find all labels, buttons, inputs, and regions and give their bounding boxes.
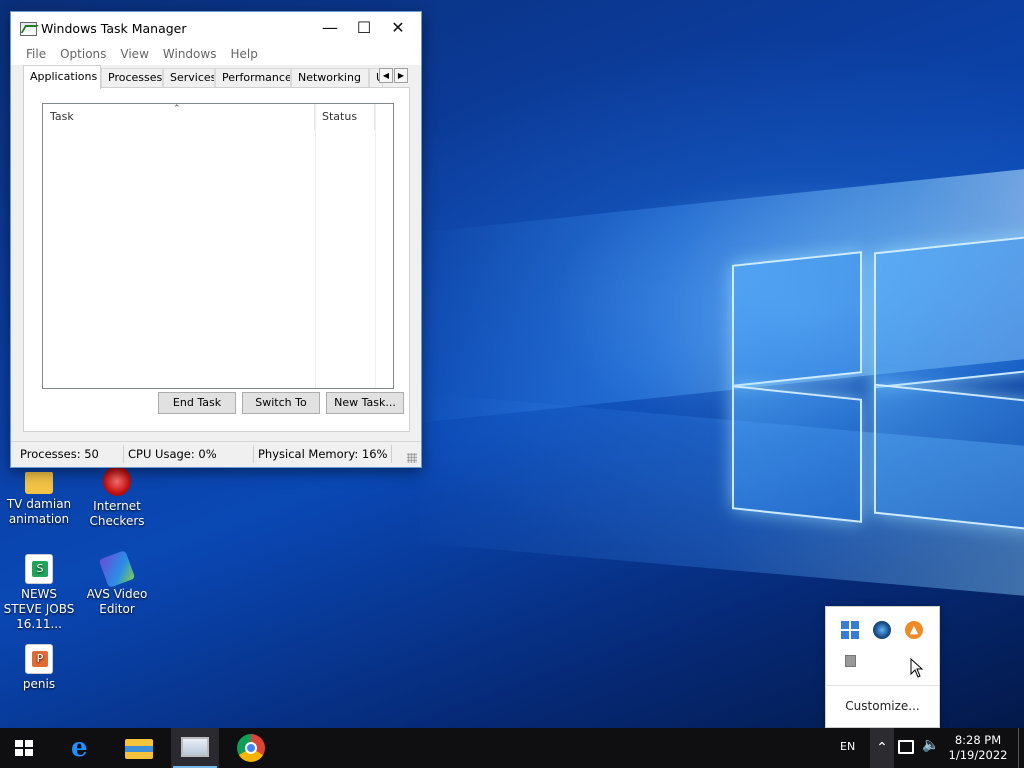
new-task-button[interactable]: New Task... (326, 392, 404, 414)
wallpaper-window-pane (732, 385, 862, 523)
volume-icon[interactable]: 🔈 (922, 737, 939, 753)
status-physical-memory: Physical Memory: 16% (258, 447, 388, 461)
switch-to-button[interactable]: Switch To (242, 392, 320, 414)
desktop-icon-label: AVS Video Editor (86, 587, 148, 616)
customize-link[interactable]: Customize... (826, 699, 939, 713)
tab-applications[interactable]: Applications (23, 65, 101, 89)
desktop-icon-penis[interactable]: penis (0, 644, 78, 692)
taskbar: e EN ⌃ 🔈 8:28 PM 1/19/2022 (0, 728, 1024, 768)
chrome-icon (237, 734, 265, 762)
network-icon[interactable] (898, 740, 914, 754)
desktop-icon-label: TV damian animation (6, 497, 72, 526)
desktop-icon-tv-damian[interactable]: TV damian animation (0, 466, 78, 527)
avs-video-editor-icon (98, 550, 136, 588)
task-manager-icon (181, 737, 209, 757)
menu-bar: File Options View Windows Help (11, 45, 421, 65)
show-desktop-button[interactable] (1018, 728, 1019, 768)
column-header-task[interactable]: ⌃ Task (43, 104, 315, 130)
folder-icon (25, 472, 53, 494)
task-manager-window: Windows Task Manager — ☐ ✕ File Options … (10, 11, 422, 468)
clock-time: 8:28 PM (954, 733, 1002, 747)
presentation-icon (25, 644, 53, 674)
grid-app-icon[interactable] (841, 621, 859, 639)
resize-grip-icon[interactable] (407, 453, 417, 463)
orange-app-icon[interactable]: ▲ (905, 621, 923, 639)
column-header-status-label: Status (322, 110, 358, 123)
end-task-button[interactable]: End Task (158, 392, 236, 414)
desktop-icon-avs-video-editor[interactable]: AVS Video Editor (78, 550, 156, 617)
desktop-icon-label: Internet Checkers (89, 499, 145, 528)
column-divider (375, 104, 376, 388)
internet-checkers-icon (103, 466, 131, 496)
desktop-icon-label: penis (22, 677, 56, 691)
applications-panel: ⌃ Task Status End Task Switch To New Tas… (23, 87, 410, 432)
taskbar-file-explorer[interactable] (115, 728, 163, 768)
windows-logo-icon (15, 740, 33, 756)
wallpaper-window-pane (874, 383, 1024, 531)
start-button[interactable] (0, 728, 48, 768)
column-header-task-label: Task (50, 110, 74, 123)
language-indicator[interactable]: EN (840, 740, 855, 753)
sort-ascending-icon: ⌃ (173, 104, 181, 114)
show-hidden-icons-button[interactable]: ⌃ (870, 728, 894, 768)
maximize-button[interactable]: ☐ (347, 12, 381, 44)
wallpaper-window-pane (732, 251, 862, 387)
tab-strip: Applications Processes Services Performa… (23, 65, 409, 89)
menu-options[interactable]: Options (53, 45, 113, 65)
taskbar-task-manager[interactable] (171, 728, 219, 768)
status-processes: Processes: 50 (20, 447, 99, 461)
spreadsheet-icon (25, 554, 53, 584)
close-button[interactable]: ✕ (381, 12, 415, 44)
status-separator (391, 445, 392, 463)
status-bar: Processes: 50 CPU Usage: 0% Physical Mem… (11, 441, 421, 467)
window-title: Windows Task Manager (41, 21, 187, 36)
tab-scroll-right-button[interactable]: ▶ (394, 68, 408, 83)
task-list[interactable]: ⌃ Task Status (42, 103, 394, 389)
menu-file[interactable]: File (19, 45, 53, 65)
column-divider (315, 104, 316, 388)
flag-icon[interactable] (845, 655, 856, 667)
tab-networking[interactable]: Networking (291, 68, 369, 88)
tab-performance[interactable]: Performance (215, 68, 291, 88)
taskbar-chrome[interactable] (227, 728, 275, 768)
tab-scroll-left-button[interactable]: ◀ (379, 68, 393, 83)
edge-icon: e (71, 733, 88, 763)
list-header: ⌃ Task Status (43, 104, 393, 130)
popup-divider (826, 685, 939, 686)
status-separator (123, 445, 124, 463)
tab-processes[interactable]: Processes (101, 68, 163, 88)
desktop-icon-internet-checkers[interactable]: Internet Checkers (78, 466, 156, 529)
tab-services[interactable]: Services (163, 68, 215, 88)
clock-date: 1/19/2022 (948, 748, 1008, 762)
menu-help[interactable]: Help (223, 45, 264, 65)
desktop-icon-label: NEWS STEVE JOBS 16.11... (3, 587, 75, 631)
clock[interactable]: 8:28 PM 1/19/2022 (944, 733, 1012, 763)
title-bar[interactable]: Windows Task Manager — ☐ ✕ (11, 12, 421, 45)
security-app-icon[interactable] (873, 621, 891, 639)
taskbar-edge[interactable]: e (59, 728, 107, 768)
desktop-icon-news-steve-jobs[interactable]: NEWS STEVE JOBS 16.11... (0, 554, 78, 632)
status-separator (253, 445, 254, 463)
task-manager-icon (20, 22, 37, 36)
wallpaper-window-pane (874, 235, 1024, 389)
menu-view[interactable]: View (113, 45, 155, 65)
menu-windows[interactable]: Windows (156, 45, 224, 65)
column-header-status[interactable]: Status (315, 104, 375, 130)
minimize-button[interactable]: — (313, 12, 347, 44)
status-cpu-usage: CPU Usage: 0% (128, 447, 217, 461)
file-explorer-icon (125, 739, 153, 759)
